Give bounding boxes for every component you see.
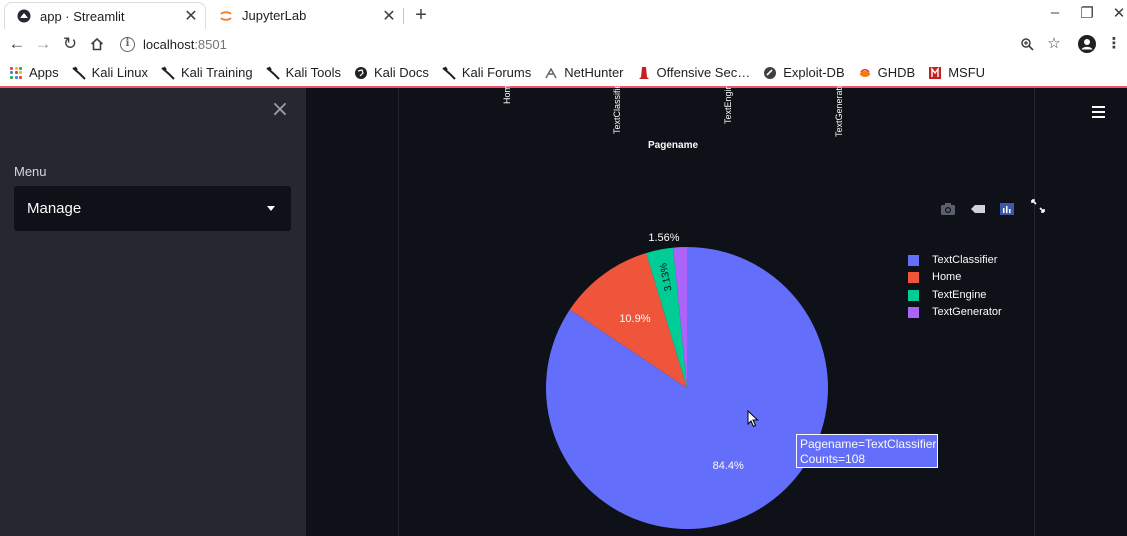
bookmark-label: Kali Docs [373, 65, 429, 80]
close-window-icon[interactable]: ✕ [1110, 4, 1127, 22]
ghdb-icon [858, 66, 872, 80]
jupyter-favicon-icon [219, 9, 233, 23]
offsec-icon [637, 66, 651, 80]
bookmark-kali-training[interactable]: Kali Training [161, 65, 253, 80]
browser-toolbar: ← → ↻ i localhost:8501 ☆ ⋮ [0, 29, 1127, 59]
main-content: Home TextClassifier TextEngine TextGener… [306, 79, 1127, 536]
legend-swatch [908, 271, 919, 283]
chevron-down-icon [267, 206, 275, 211]
globe-icon [354, 66, 368, 80]
streamlit-app: × Menu Manage Home TextClassifier TextEn… [0, 79, 1127, 536]
kali-dragon-icon [442, 65, 456, 80]
pie-slice-percent-label: 1.56% [648, 232, 679, 244]
legend-label: Home [932, 271, 962, 283]
bookmark-label: GHDB [877, 65, 916, 80]
tab-streamlit[interactable]: app · Streamlit ✕ [4, 2, 206, 29]
tab-separator [403, 8, 404, 24]
tab-title: JupyterLab [242, 8, 307, 23]
bookmark-apps[interactable]: Apps [10, 65, 59, 80]
bookmark-kali-forums[interactable]: Kali Forums [442, 65, 531, 80]
legend-label: TextGenerator [932, 306, 1002, 318]
bookmark-label: Apps [29, 65, 59, 80]
nethunter-icon [544, 66, 558, 80]
legend-label: TextEngine [932, 289, 987, 301]
back-icon[interactable]: ← [6, 33, 28, 55]
apps-grid-icon [10, 66, 22, 79]
pie-chart[interactable]: 84.4%10.9%3.13%1.56% [306, 88, 1127, 536]
bookmark-kali-tools[interactable]: Kali Tools [265, 65, 341, 80]
bookmark-ghdb[interactable]: GHDB [858, 65, 916, 80]
bookmark-star-icon[interactable]: ☆ [1043, 33, 1065, 55]
tab-close-icon[interactable]: ✕ [181, 6, 201, 26]
menu-label: Menu [14, 164, 47, 179]
legend-label: TextClassifier [932, 254, 998, 266]
hover-line: Pagename=TextClassifier [800, 437, 937, 451]
tab-jupyterlab[interactable]: JupyterLab ✕ [207, 2, 403, 29]
url-host: localhost [143, 36, 195, 52]
kali-dragon-icon [265, 65, 280, 80]
tab-close-icon[interactable]: ✕ [379, 6, 399, 26]
legend-item[interactable]: TextClassifier [908, 254, 997, 266]
close-sidebar-icon[interactable]: × [270, 99, 290, 121]
restore-icon[interactable]: ❐ [1078, 4, 1096, 22]
new-tab-icon[interactable]: + [411, 4, 431, 27]
legend-item[interactable]: Home [908, 271, 961, 283]
legend-swatch [908, 254, 919, 266]
bookmark-label: Offensive Sec… [656, 65, 751, 80]
bookmark-kali-docs[interactable]: Kali Docs [354, 65, 429, 80]
sidebar: × Menu Manage [0, 88, 306, 536]
bookmark-kali-linux[interactable]: Kali Linux [71, 65, 149, 80]
address-bar[interactable]: i localhost:8501 [120, 32, 1040, 56]
menu-select[interactable]: Manage [14, 186, 291, 231]
kali-dragon-icon [71, 65, 86, 80]
legend-item[interactable]: TextEngine [908, 289, 986, 301]
msfu-icon [928, 66, 942, 80]
forward-icon[interactable]: → [32, 33, 54, 55]
url-port: :8501 [194, 36, 227, 52]
hover-line: Counts=108 [800, 452, 866, 466]
bookmark-label: Kali Forums [461, 65, 532, 80]
bookmark-offensive-security[interactable]: Offensive Sec… [637, 65, 751, 80]
tab-title: app · Streamlit [40, 8, 125, 24]
browser-tab-bar: app · Streamlit ✕ JupyterLab ✕ + – ❐ ✕ [0, 0, 1127, 29]
mouse-cursor-icon [747, 410, 759, 428]
bookmark-label: MSFU [948, 65, 986, 80]
bookmark-label: NetHunter [564, 65, 624, 80]
bookmark-label: Exploit-DB [783, 65, 845, 80]
home-icon[interactable] [86, 33, 108, 55]
legend-swatch [908, 306, 919, 318]
legend-item[interactable]: TextGenerator [908, 306, 1002, 318]
bookmark-label: Kali Linux [91, 65, 149, 80]
browser-menu-icon[interactable]: ⋮ [1103, 33, 1125, 55]
kali-dragon-icon [161, 65, 175, 80]
bookmarks-bar: Apps Kali Linux Kali Training Kali Tools… [0, 59, 1127, 86]
pie-slice-percent-label: 84.4% [713, 460, 744, 472]
bookmark-label: Kali Tools [285, 65, 341, 80]
minimize-icon[interactable]: – [1046, 4, 1064, 21]
menu-select-value: Manage [27, 200, 82, 217]
streamlit-favicon-icon [17, 9, 31, 23]
profile-avatar-icon[interactable] [1076, 33, 1098, 55]
bookmark-msfu[interactable]: MSFU [928, 65, 985, 80]
bookmark-exploit-db[interactable]: Exploit-DB [763, 65, 845, 80]
pie-slice-percent-label: 10.9% [619, 313, 650, 325]
exploitdb-icon [763, 66, 777, 80]
reload-icon[interactable]: ↻ [59, 33, 81, 55]
hover-tooltip: Pagename=TextClassifier Counts=108 [796, 434, 938, 468]
zoom-icon[interactable] [1016, 33, 1038, 55]
bookmark-label: Kali Training [181, 65, 253, 80]
bookmark-nethunter[interactable]: NetHunter [544, 65, 624, 80]
site-info-icon[interactable]: i [120, 36, 135, 52]
legend-swatch [908, 289, 919, 301]
